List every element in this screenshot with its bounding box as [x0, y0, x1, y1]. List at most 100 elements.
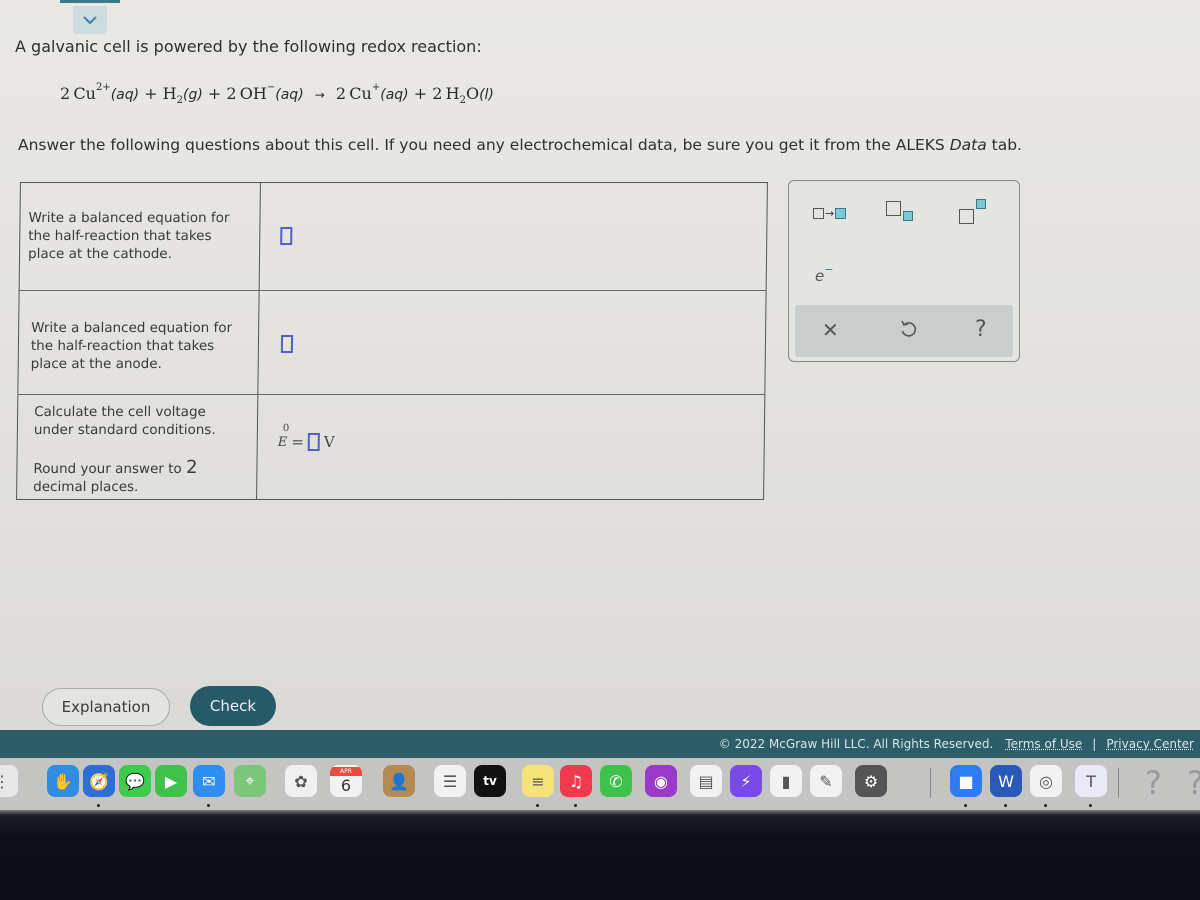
- running-indicator: [964, 804, 967, 807]
- anode-answer-input[interactable]: [280, 335, 294, 353]
- notes-icon: ≡: [531, 771, 545, 791]
- instructions: Answer the following questions about thi…: [18, 136, 1022, 154]
- table-row: Calculate the cell voltage under standar…: [17, 395, 764, 499]
- undo-button[interactable]: [899, 319, 917, 344]
- running-indicator: [1004, 804, 1007, 807]
- dock-app-maps[interactable]: ⌖: [234, 765, 266, 797]
- table-row: Write a balanced equation for the half-r…: [18, 291, 766, 395]
- browser-viewport: A galvanic cell is powered by the follow…: [0, 0, 1200, 815]
- running-indicator: [1089, 804, 1092, 807]
- footer-separator: |: [1092, 737, 1097, 751]
- dock-placeholder-icon[interactable]: ?: [1145, 764, 1162, 802]
- dock-app-pages[interactable]: ✎: [810, 765, 842, 797]
- running-indicator: [1044, 804, 1047, 807]
- envelope-icon: ✉: [202, 771, 216, 791]
- dock-app-reminders[interactable]: ⋮: [0, 765, 18, 797]
- question-intro: A galvanic cell is powered by the follow…: [15, 37, 482, 56]
- dock-app-teams[interactable]: T: [1075, 765, 1107, 797]
- subscript-button[interactable]: [886, 201, 916, 225]
- voltage-prompt: Calculate the cell voltage under standar…: [17, 395, 259, 499]
- dock: ⋮ ✋ 🧭 💬 ▶ ✉ ⌖ ✿ APR6 👤 ☰ tv ≡ ♫ ✆ ◉ ▤ ⚡ ▮ ✎ ⚙ ■ W ◎ T??: [0, 758, 1200, 810]
- reaction-arrow-button[interactable]: →: [813, 207, 847, 220]
- dock-placeholder-icon[interactable]: ?: [1187, 764, 1200, 802]
- dock-app-whatsapp[interactable]: ✆: [600, 765, 632, 797]
- privacy-center-link[interactable]: Privacy Center: [1106, 737, 1194, 751]
- dock-app-keynote[interactable]: ▤: [690, 765, 722, 797]
- running-indicator: [207, 804, 210, 807]
- bar-chart-icon: ▮: [781, 771, 791, 791]
- standard-potential-symbol: E0: [277, 422, 290, 450]
- hand-icon: ✋: [53, 771, 73, 791]
- running-indicator: [574, 804, 577, 807]
- video-camera-icon: ■: [958, 771, 974, 791]
- electron-button[interactable]: e−: [815, 263, 833, 285]
- dock-app-cleaner[interactable]: ✋: [47, 765, 79, 797]
- podcast-icon: ◉: [654, 771, 668, 791]
- list-icon: ☰: [442, 771, 458, 791]
- dock-app-messenger[interactable]: ⚡: [730, 765, 762, 797]
- anode-answer-cell: [258, 291, 765, 394]
- dock-app-photos[interactable]: ✿: [285, 765, 317, 797]
- dock-app-messages[interactable]: 💬: [119, 765, 151, 797]
- tv-icon: tv: [483, 774, 497, 788]
- dock-app-system-preferences[interactable]: ⚙: [855, 765, 887, 797]
- voltage-answer-input[interactable]: [307, 433, 320, 451]
- terms-of-use-link[interactable]: Terms of Use: [1005, 737, 1082, 751]
- top-accent-bar: [60, 0, 120, 3]
- rounding-note: Round your answer to 2 decimal places.: [33, 457, 198, 495]
- voltage-answer-cell: E0 = V: [257, 395, 764, 499]
- dock-app-facetime[interactable]: ▶: [155, 765, 187, 797]
- check-button[interactable]: Check: [190, 686, 276, 726]
- dock-app-podcasts[interactable]: ◉: [645, 765, 677, 797]
- music-note-icon: ♫: [568, 771, 584, 791]
- running-indicator: [536, 804, 539, 807]
- dock-app-mail[interactable]: ✉: [193, 765, 225, 797]
- collapse-toggle[interactable]: [73, 6, 107, 34]
- lightning-bubble-icon: ⚡: [740, 771, 752, 791]
- superscript-button[interactable]: [959, 199, 989, 225]
- chrome-icon: ◎: [1039, 771, 1053, 791]
- redox-equation: 2 Cu2+(aq) + H2(g) + 2 OH−(aq) → 2 Cu+(a…: [60, 82, 494, 106]
- close-icon: ✕: [822, 318, 839, 342]
- dock-app-apple-tv[interactable]: tv: [474, 765, 506, 797]
- anode-prompt: Write a balanced equation for the half-r…: [18, 291, 260, 394]
- dock-app-reminders-list[interactable]: ☰: [434, 765, 466, 797]
- clear-button[interactable]: ✕: [822, 319, 839, 341]
- phone-bubble-icon: ✆: [609, 771, 623, 791]
- video-camera-icon: ▶: [164, 771, 178, 791]
- undo-icon: [901, 320, 917, 337]
- equation-palette: → e− ✕ ?: [788, 180, 1020, 362]
- dock-app-calendar[interactable]: APR 6: [330, 765, 362, 797]
- podium-icon: ▤: [698, 771, 714, 791]
- reminders-icon: ⋮: [0, 771, 10, 791]
- chat-bubble-icon: 💬: [125, 771, 145, 791]
- dock-app-safari[interactable]: 🧭: [83, 765, 115, 797]
- map-icon: ⌖: [245, 771, 255, 790]
- dock-app-contacts[interactable]: 👤: [383, 765, 415, 797]
- pen-icon: ✎: [819, 771, 833, 791]
- dock-separator: [930, 768, 931, 798]
- reaction-arrow: →: [314, 88, 325, 102]
- dock-app-zoom[interactable]: ■: [950, 765, 982, 797]
- dock-app-notes[interactable]: ≡: [522, 765, 554, 797]
- dock-app-word[interactable]: W: [990, 765, 1022, 797]
- dock-app-chrome[interactable]: ◎: [1030, 765, 1062, 797]
- electron-icon: e−: [815, 263, 834, 285]
- teams-icon: T: [1086, 771, 1096, 791]
- dock-app-numbers[interactable]: ▮: [770, 765, 802, 797]
- voltage-unit: V: [323, 433, 335, 451]
- compass-icon: 🧭: [89, 771, 109, 791]
- gear-icon: ⚙: [863, 771, 879, 791]
- dock-app-music[interactable]: ♫: [560, 765, 592, 797]
- contacts-icon: 👤: [389, 771, 409, 791]
- help-button[interactable]: ?: [975, 319, 987, 341]
- running-indicator: [97, 804, 100, 807]
- cathode-answer-input[interactable]: [280, 227, 293, 245]
- calendar-icon: APR 6: [330, 766, 362, 796]
- cathode-prompt: Write a balanced equation for the half-r…: [19, 183, 261, 290]
- data-tab-reference: Data: [949, 136, 987, 154]
- dock-separator: [1118, 768, 1119, 798]
- explanation-button[interactable]: Explanation: [42, 688, 170, 726]
- flower-icon: ✿: [294, 771, 308, 791]
- chevron-down-icon: [83, 16, 97, 25]
